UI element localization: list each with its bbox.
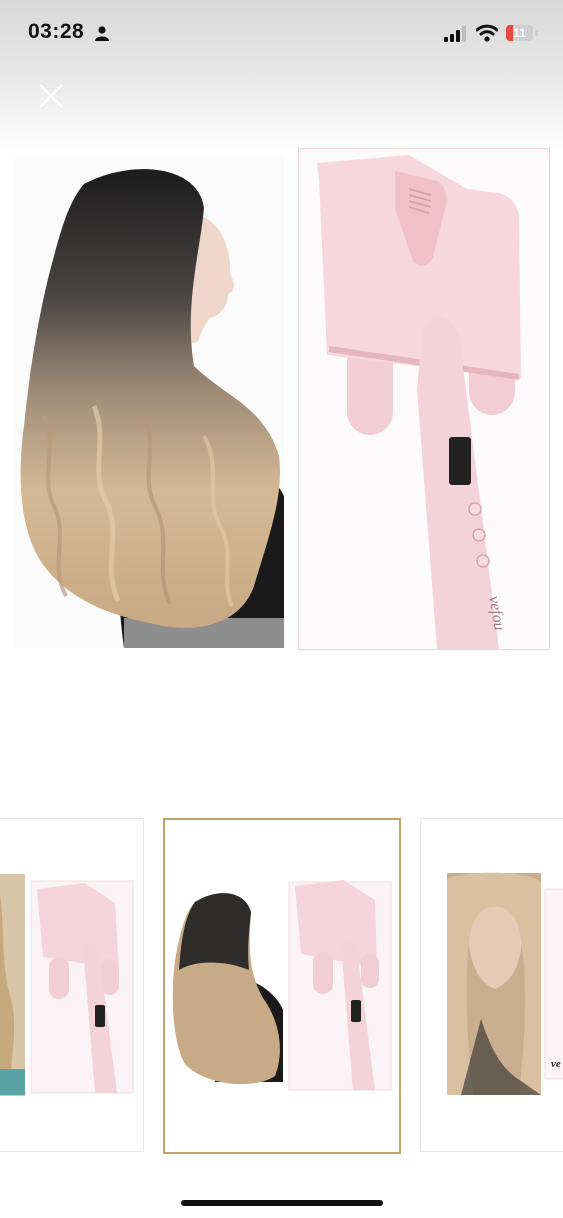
- status-time: 03:28: [28, 20, 85, 43]
- thumbnail-brand-mark: ve: [551, 1058, 561, 1070]
- signal-icon: [444, 26, 466, 42]
- thumbnail-1-illustration: [0, 874, 134, 1096]
- thumbnail-3[interactable]: ve: [420, 818, 563, 1152]
- thumbnail-1[interactable]: [0, 818, 144, 1152]
- waver-illustration: vefou: [317, 155, 521, 649]
- battery-cap: [535, 30, 538, 36]
- wifi-icon: [476, 24, 498, 42]
- home-indicator[interactable]: [181, 1200, 383, 1206]
- waver-photo: vefou: [298, 148, 550, 650]
- close-icon: [39, 84, 63, 108]
- person-icon: [95, 26, 109, 41]
- close-button[interactable]: [34, 79, 68, 113]
- model-photo: [14, 156, 284, 648]
- battery-level-text: 11: [513, 26, 526, 40]
- thumbnail-2[interactable]: [163, 818, 401, 1154]
- thumbnail-2-illustration: [172, 880, 392, 1091]
- battery-icon: 11: [506, 25, 533, 41]
- model-illustration: [20, 169, 284, 648]
- thumbnail-3-illustration: ve: [447, 872, 563, 1095]
- status-bar: 03:28 11: [0, 0, 563, 64]
- main-product-image[interactable]: vefou: [0, 148, 563, 664]
